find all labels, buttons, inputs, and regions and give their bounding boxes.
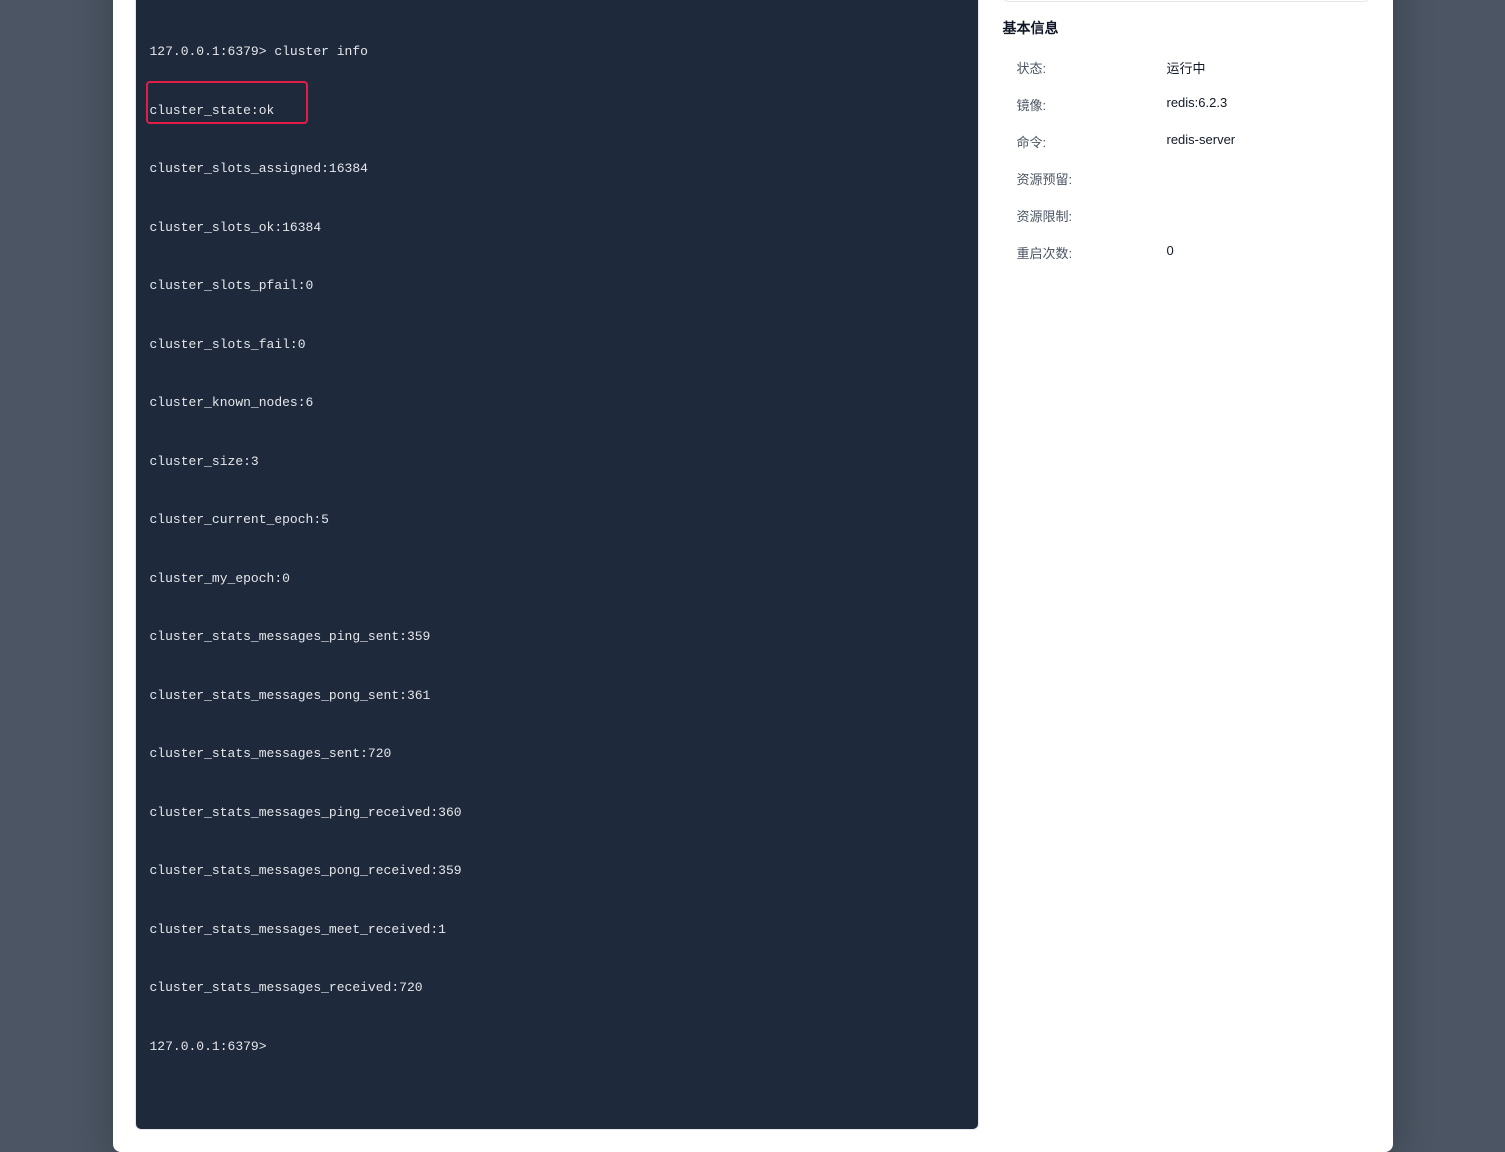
info-label: 命令: <box>1017 132 1167 151</box>
terminal-line: cluster_slots_fail:0 <box>150 335 964 355</box>
terminal-line: cluster_stats_messages_ping_received:360 <box>150 803 964 823</box>
terminal-line: cluster_stats_messages_pong_sent:361 <box>150 686 964 706</box>
info-row-limit: 资源限制: <box>1017 206 1367 225</box>
terminal-line: # redis-cli <box>150 0 964 3</box>
terminal-line: cluster_stats_messages_received:720 <box>150 978 964 998</box>
terminal-output[interactable]: # redis-cli 127.0.0.1:6379> cluster info… <box>135 0 979 1130</box>
info-label: 资源预留: <box>1017 169 1167 188</box>
info-row-command: 命令: redis-server <box>1017 132 1367 151</box>
terminal-line: cluster_stats_messages_sent:720 <box>150 744 964 764</box>
terminal-modal: terminal # redis-cli 127.0.0.1:6379> clu… <box>113 0 1393 1152</box>
terminal-line: 127.0.0.1:6379> <box>150 1037 964 1057</box>
terminal-line: cluster_current_epoch:5 <box>150 510 964 530</box>
container-card[interactable]: container-1ilr93 镜像：redis:6.2.3 <box>1001 0 1371 2</box>
info-row-status: 状态: 运行中 <box>1017 58 1367 77</box>
info-label: 重启次数: <box>1017 243 1167 262</box>
side-panel: container-1ilr93 镜像：redis:6.2.3 基本信息 状态:… <box>1001 0 1371 1130</box>
terminal-line: cluster_size:3 <box>150 452 964 472</box>
terminal-line: cluster_known_nodes:6 <box>150 393 964 413</box>
terminal-line: cluster_my_epoch:0 <box>150 569 964 589</box>
info-section-title: 基本信息 <box>1001 16 1371 40</box>
terminal-line: cluster_slots_pfail:0 <box>150 276 964 296</box>
info-value: redis-server <box>1167 132 1236 151</box>
terminal-line: cluster_state:ok <box>150 101 964 121</box>
modal-body: # redis-cli 127.0.0.1:6379> cluster info… <box>113 0 1393 1152</box>
info-value: redis:6.2.3 <box>1167 95 1228 114</box>
info-label: 资源限制: <box>1017 206 1167 225</box>
terminal-line: cluster_slots_ok:16384 <box>150 218 964 238</box>
info-list: 状态: 运行中 镜像: redis:6.2.3 命令: redis-server… <box>1001 54 1371 266</box>
terminal-line: cluster_stats_messages_ping_sent:359 <box>150 627 964 647</box>
info-label: 镜像: <box>1017 95 1167 114</box>
info-row-image: 镜像: redis:6.2.3 <box>1017 95 1367 114</box>
info-value: 0 <box>1167 243 1174 262</box>
terminal-line: cluster_stats_messages_pong_received:359 <box>150 861 964 881</box>
terminal-line: cluster_stats_messages_meet_received:1 <box>150 920 964 940</box>
info-value: 运行中 <box>1167 58 1206 77</box>
info-label: 状态: <box>1017 58 1167 77</box>
terminal-line: cluster_slots_assigned:16384 <box>150 159 964 179</box>
terminal-line: 127.0.0.1:6379> cluster info <box>150 42 964 62</box>
info-row-restarts: 重启次数: 0 <box>1017 243 1367 262</box>
info-row-reserve: 资源预留: <box>1017 169 1367 188</box>
